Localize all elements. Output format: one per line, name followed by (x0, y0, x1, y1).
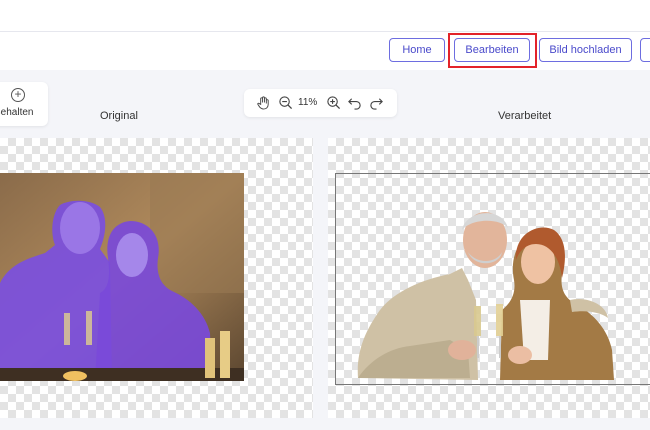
bottom-strip (0, 418, 650, 430)
zoom-toolbar: 11% (244, 89, 397, 117)
zoom-in-icon[interactable] (326, 95, 341, 110)
original-title: Original (100, 110, 138, 122)
original-photo (0, 173, 244, 381)
original-canvas[interactable] (0, 138, 313, 418)
zoom-level: 11% (298, 97, 318, 108)
edit-button-highlight (448, 33, 537, 68)
home-button[interactable]: Home (389, 38, 445, 62)
plus-circle-icon: + (11, 88, 25, 102)
hand-icon[interactable] (256, 95, 271, 110)
keep-label: Behalten (0, 107, 34, 118)
cut-off-button[interactable] (640, 38, 650, 62)
keep-button[interactable]: + Behalten (0, 82, 48, 126)
processed-title: Verarbeitet (498, 110, 552, 122)
redo-icon[interactable] (369, 95, 384, 110)
browser-strip (0, 0, 650, 32)
zoom-out-icon[interactable] (278, 95, 293, 110)
processed-cutout-image (357, 212, 614, 380)
undo-icon[interactable] (347, 95, 362, 110)
upload-image-button[interactable]: Bild hochladen (539, 38, 632, 62)
